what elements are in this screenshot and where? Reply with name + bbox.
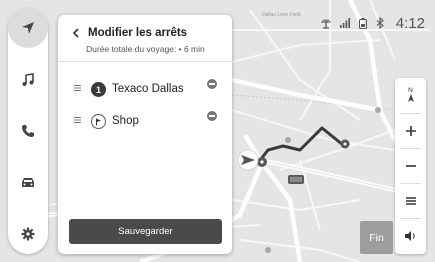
minus-icon	[405, 164, 416, 167]
start-stop-marker-icon	[257, 157, 267, 167]
remove-stop-icon[interactable]	[207, 79, 217, 89]
rail-music-button[interactable]	[8, 60, 48, 100]
rail-phone-button[interactable]	[8, 111, 48, 151]
plus-icon	[405, 125, 416, 136]
drag-handle-icon[interactable]	[74, 85, 81, 91]
destination-flag-icon	[91, 114, 106, 129]
speaker-icon	[405, 230, 415, 241]
menu-button[interactable]	[395, 183, 426, 218]
status-bar: 4:12	[321, 14, 425, 32]
stop-item[interactable]: 1 Texaco Dallas	[58, 79, 232, 101]
clock: 4:12	[395, 14, 425, 32]
end-route-button[interactable]: Fin	[360, 221, 393, 254]
rail-vehicle-button[interactable]	[8, 163, 48, 203]
map-place-label: Dallas Love Field	[262, 12, 301, 18]
volume-button[interactable]	[395, 218, 426, 253]
edit-stops-panel: Modifier les arrêts Durée totale du voya…	[58, 15, 232, 254]
navigation-arrow-icon	[22, 22, 34, 34]
remove-stop-icon[interactable]	[207, 111, 217, 121]
navigation-screen: Dallas Love Field Modifier les arrêts Du…	[0, 0, 435, 262]
rail-settings-button[interactable]	[8, 214, 48, 254]
bluetooth-icon	[376, 17, 384, 29]
side-rail	[8, 8, 48, 254]
stop-item[interactable]: Shop	[58, 111, 232, 133]
stop-name: Shop	[112, 115, 139, 127]
drag-handle-icon[interactable]	[74, 117, 81, 123]
music-note-icon	[22, 73, 34, 86]
zoom-out-button[interactable]	[395, 148, 426, 183]
map-controls: N	[395, 78, 426, 254]
panel-title: Modifier les arrêts	[88, 27, 188, 39]
vehicle-position-icon	[237, 149, 259, 171]
compass-button[interactable]: N	[395, 78, 426, 113]
zoom-in-button[interactable]	[395, 113, 426, 148]
chevron-left-icon	[72, 28, 79, 38]
cellular-signal-icon	[339, 18, 350, 28]
save-button[interactable]: Sauvegarder	[69, 219, 222, 244]
phone-icon	[22, 125, 34, 137]
back-button[interactable]	[68, 25, 84, 41]
gear-icon	[21, 227, 35, 241]
menu-icon	[405, 196, 416, 205]
rail-navigation-button[interactable]	[8, 8, 48, 48]
compass-icon: N	[407, 87, 414, 104]
stop-number-badge: 1	[91, 82, 106, 97]
trip-duration-text: Durée totale du voyage: • 6 min	[86, 44, 205, 54]
car-icon	[22, 178, 34, 187]
phone-battery-icon	[358, 17, 367, 29]
stop-name: Texaco Dallas	[112, 83, 184, 95]
destination-marker-icon	[340, 139, 350, 149]
divider	[58, 61, 232, 62]
highway-shield-icon	[288, 175, 304, 184]
gps-signal-icon	[321, 19, 331, 29]
